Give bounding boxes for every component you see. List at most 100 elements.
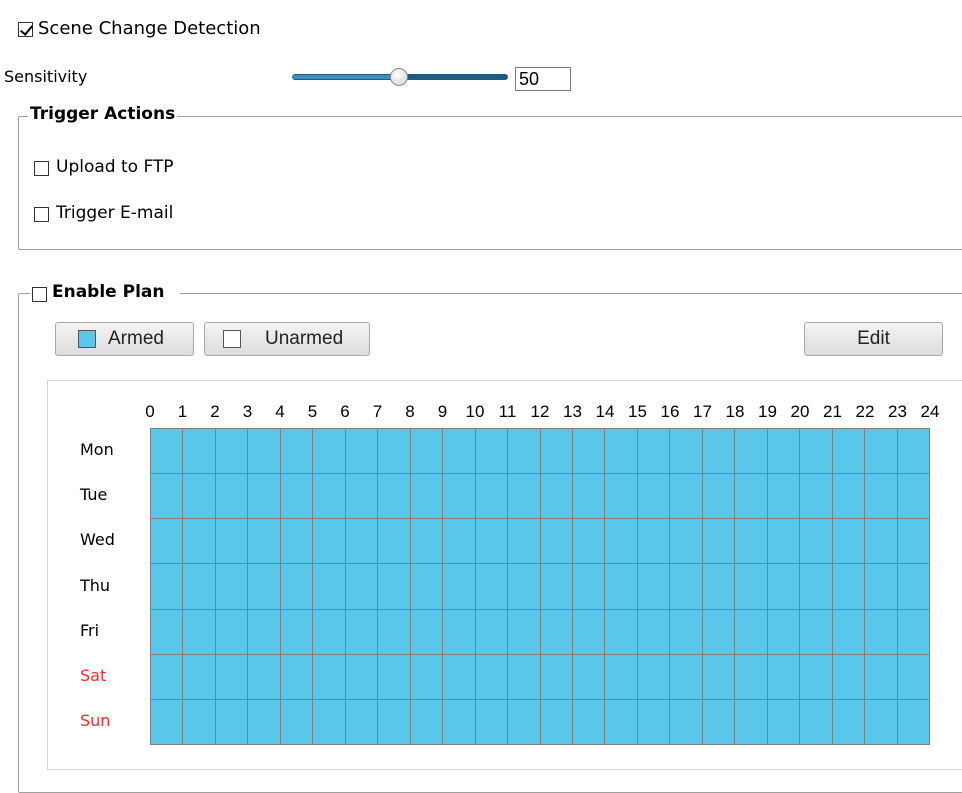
schedule-cell[interactable] xyxy=(215,474,248,519)
schedule-cell[interactable] xyxy=(865,654,897,699)
schedule-cell[interactable] xyxy=(248,564,280,609)
schedule-cell[interactable] xyxy=(832,609,865,654)
schedule-cell[interactable] xyxy=(572,609,605,654)
schedule-cell[interactable] xyxy=(248,654,280,699)
schedule-cell[interactable] xyxy=(800,429,832,474)
schedule-cell[interactable] xyxy=(702,699,735,744)
schedule-cell[interactable] xyxy=(572,429,605,474)
upload-ftp-checkbox[interactable] xyxy=(34,161,49,176)
schedule-cell[interactable] xyxy=(572,519,605,564)
schedule-cell[interactable] xyxy=(540,474,572,519)
schedule-cell[interactable] xyxy=(508,654,540,699)
schedule-cell[interactable] xyxy=(280,429,313,474)
schedule-cell[interactable] xyxy=(410,609,443,654)
schedule-cell[interactable] xyxy=(605,609,637,654)
schedule-cell[interactable] xyxy=(735,654,767,699)
schedule-cell[interactable] xyxy=(313,699,345,744)
schedule-cell[interactable] xyxy=(280,564,313,609)
schedule-cell[interactable] xyxy=(475,699,508,744)
schedule-cell[interactable] xyxy=(637,564,670,609)
schedule-cell[interactable] xyxy=(280,699,313,744)
schedule-cell[interactable] xyxy=(508,564,540,609)
schedule-cell[interactable] xyxy=(735,519,767,564)
schedule-cell[interactable] xyxy=(832,564,865,609)
schedule-cell[interactable] xyxy=(345,564,378,609)
schedule-cell[interactable] xyxy=(767,474,800,519)
schedule-cell[interactable] xyxy=(378,654,410,699)
schedule-cell[interactable] xyxy=(540,429,572,474)
schedule-cell[interactable] xyxy=(215,699,248,744)
schedule-cell[interactable] xyxy=(832,654,865,699)
schedule-cell[interactable] xyxy=(378,474,410,519)
schedule-cell[interactable] xyxy=(670,699,702,744)
schedule-cell[interactable] xyxy=(410,564,443,609)
schedule-cell[interactable] xyxy=(345,654,378,699)
schedule-cell[interactable] xyxy=(735,699,767,744)
schedule-cell[interactable] xyxy=(410,519,443,564)
schedule-cell[interactable] xyxy=(800,564,832,609)
schedule-cell[interactable] xyxy=(670,564,702,609)
schedule-cell[interactable] xyxy=(865,429,897,474)
schedule-cell[interactable] xyxy=(540,654,572,699)
schedule-cell[interactable] xyxy=(897,564,929,609)
unarmed-button[interactable]: Unarmed xyxy=(204,322,370,356)
schedule-cell[interactable] xyxy=(410,429,443,474)
schedule-cell[interactable] xyxy=(183,564,215,609)
schedule-cell[interactable] xyxy=(897,519,929,564)
schedule-cell[interactable] xyxy=(540,564,572,609)
schedule-cell[interactable] xyxy=(572,564,605,609)
schedule-cell[interactable] xyxy=(151,519,183,564)
schedule-cell[interactable] xyxy=(280,474,313,519)
schedule-cell[interactable] xyxy=(280,609,313,654)
schedule-cell[interactable] xyxy=(280,654,313,699)
schedule-cell[interactable] xyxy=(410,699,443,744)
schedule-cell[interactable] xyxy=(183,474,215,519)
schedule-cell[interactable] xyxy=(215,654,248,699)
schedule-cell[interactable] xyxy=(540,609,572,654)
sensitivity-slider[interactable] xyxy=(292,68,510,88)
schedule-cell[interactable] xyxy=(637,429,670,474)
schedule-cell[interactable] xyxy=(865,699,897,744)
schedule-cell[interactable] xyxy=(702,609,735,654)
schedule-cell[interactable] xyxy=(508,429,540,474)
schedule-cell[interactable] xyxy=(670,474,702,519)
schedule-cell[interactable] xyxy=(637,474,670,519)
schedule-cell[interactable] xyxy=(183,654,215,699)
schedule-cell[interactable] xyxy=(897,699,929,744)
schedule-cell[interactable] xyxy=(475,519,508,564)
sensitivity-input[interactable]: 50 xyxy=(515,67,571,91)
schedule-cell[interactable] xyxy=(410,474,443,519)
schedule-cell[interactable] xyxy=(670,429,702,474)
schedule-cell[interactable] xyxy=(443,609,475,654)
schedule-cell[interactable] xyxy=(183,429,215,474)
schedule-cell[interactable] xyxy=(832,474,865,519)
scene-change-checkbox[interactable] xyxy=(18,22,33,37)
schedule-cell[interactable] xyxy=(443,564,475,609)
schedule-cell[interactable] xyxy=(637,654,670,699)
schedule-cell[interactable] xyxy=(443,474,475,519)
schedule-cell[interactable] xyxy=(345,609,378,654)
schedule-cell[interactable] xyxy=(735,474,767,519)
schedule-cell[interactable] xyxy=(540,519,572,564)
schedule-cell[interactable] xyxy=(215,609,248,654)
schedule-cell[interactable] xyxy=(865,609,897,654)
schedule-cell[interactable] xyxy=(151,654,183,699)
schedule-cell[interactable] xyxy=(605,699,637,744)
schedule-cell[interactable] xyxy=(637,519,670,564)
schedule-cell[interactable] xyxy=(443,654,475,699)
schedule-cell[interactable] xyxy=(702,654,735,699)
schedule-cell[interactable] xyxy=(897,609,929,654)
schedule-cell[interactable] xyxy=(767,654,800,699)
schedule-cell[interactable] xyxy=(475,564,508,609)
schedule-cell[interactable] xyxy=(248,699,280,744)
schedule-cell[interactable] xyxy=(670,609,702,654)
schedule-cell[interactable] xyxy=(410,654,443,699)
schedule-cell[interactable] xyxy=(637,609,670,654)
schedule-cell[interactable] xyxy=(865,564,897,609)
schedule-cell[interactable] xyxy=(572,654,605,699)
schedule-grid[interactable] xyxy=(150,428,930,745)
schedule-cell[interactable] xyxy=(151,609,183,654)
schedule-cell[interactable] xyxy=(540,699,572,744)
schedule-cell[interactable] xyxy=(183,609,215,654)
schedule-cell[interactable] xyxy=(345,474,378,519)
